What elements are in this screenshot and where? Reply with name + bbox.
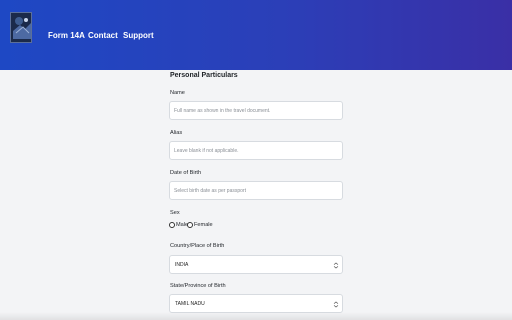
header-bar: Form 14A Contact Support xyxy=(0,0,512,70)
name-input[interactable] xyxy=(169,101,343,120)
country-select-value: INDIA xyxy=(175,262,189,268)
bottom-shadow xyxy=(0,312,512,320)
sex-label: Sex xyxy=(170,210,180,216)
chevron-updown-icon xyxy=(333,262,339,269)
sex-radio-female[interactable] xyxy=(187,222,193,228)
chevron-updown-icon xyxy=(333,301,339,308)
state-select[interactable]: TAMIL NADU xyxy=(169,294,343,313)
nav-link-contact[interactable]: Contact xyxy=(88,31,118,40)
country-select[interactable]: INDIA xyxy=(169,255,343,274)
nav-link-support[interactable]: Support xyxy=(123,31,154,40)
dob-label: Date of Birth xyxy=(170,170,202,176)
country-label: Country/Place of Birth xyxy=(170,243,225,249)
logo[interactable] xyxy=(10,12,32,43)
name-label: Name xyxy=(170,90,185,96)
date-of-birth-input[interactable] xyxy=(169,181,343,200)
alias-label: Alias xyxy=(170,130,183,136)
sex-option-female-label: Female xyxy=(194,222,213,228)
alias-input[interactable] xyxy=(169,141,343,160)
section-title: Personal Particulars xyxy=(170,72,238,79)
state-label: State/Province of Birth xyxy=(170,283,226,289)
nav-link-form-14a[interactable]: Form 14A xyxy=(48,31,85,40)
state-select-value: TAMIL NADU xyxy=(175,301,205,307)
sex-radio-male[interactable] xyxy=(169,222,175,228)
